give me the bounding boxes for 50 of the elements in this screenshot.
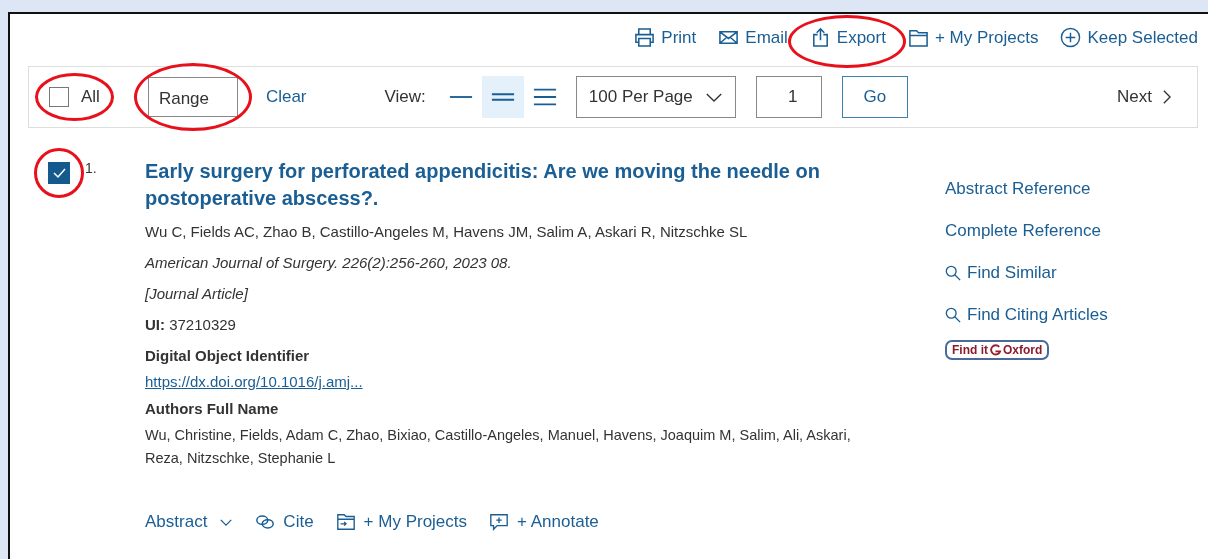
plus-circle-icon bbox=[1060, 27, 1082, 48]
authors-full-name-label: Authors Full Name bbox=[145, 399, 280, 419]
go-button[interactable]: Go bbox=[841, 76, 908, 118]
caret-icon bbox=[219, 517, 234, 527]
article-title-link[interactable]: Early surgery for perforated appendicitis: Are we moving the needle on postoperative abscess?. bbox=[145, 158, 845, 212]
result-number: 1. bbox=[85, 160, 98, 178]
view-label: View: bbox=[384, 87, 426, 107]
result-action-link[interactable]: + My Projects bbox=[335, 512, 468, 532]
action-link[interactable]: Print bbox=[634, 27, 697, 48]
doi-link[interactable]: https://dx.doi.org/10.1016/j.amj... bbox=[145, 371, 363, 393]
doi-label: Digital Object Identifier bbox=[145, 346, 311, 366]
next-link[interactable]: Next bbox=[1117, 87, 1171, 107]
page-number-field[interactable]: 1 bbox=[755, 76, 822, 118]
range-field[interactable]: Range bbox=[147, 77, 238, 117]
folder-icon bbox=[335, 512, 356, 532]
reference-link[interactable]: Find Similar bbox=[945, 252, 1057, 294]
search-icon bbox=[945, 307, 961, 323]
source-text: American Journal of Surgery. 226(2):256-260, 2023 08. bbox=[145, 253, 513, 273]
folder-icon bbox=[907, 27, 929, 48]
reference-link[interactable]: Abstract Reference bbox=[945, 168, 1091, 210]
action-link[interactable]: Email bbox=[718, 27, 788, 48]
per-page-dropdown[interactable]: 100 Per Page bbox=[575, 76, 736, 118]
result-checkbox[interactable] bbox=[48, 162, 70, 184]
reference-link[interactable]: Complete Reference bbox=[945, 210, 1101, 252]
caret-icon bbox=[704, 91, 723, 103]
reference-link[interactable]: Find Citing Articles bbox=[945, 294, 1108, 336]
print-icon bbox=[634, 27, 656, 48]
authors-text: Wu C, Fields AC, Zhao B, Castillo-Angeles M, Havens JM, Salim A, Askari R, Nitzschke SL bbox=[145, 222, 749, 242]
select-all-checkbox[interactable]: All bbox=[49, 87, 100, 107]
view-density-button[interactable] bbox=[481, 76, 524, 118]
swirl-icon bbox=[989, 343, 1002, 357]
find-it-oxford-badge[interactable]: Find it Oxford bbox=[945, 340, 1050, 360]
search-icon bbox=[945, 265, 961, 281]
action-link[interactable]: Export bbox=[809, 27, 886, 48]
action-link[interactable]: + My Projects bbox=[907, 27, 1039, 48]
clear-link[interactable]: Clear bbox=[265, 87, 307, 107]
authors-full-names: Wu, Christine, Fields, Adam C, Zhao, Bixiao, Castillo-Angeles, Manuel, Havens, Joaquim M, Salim, Ali, Askari, Reza, Nitzschke, Stephanie L bbox=[145, 426, 852, 468]
ui-number: 37210329 bbox=[169, 316, 236, 333]
result-action-link[interactable]: Cite bbox=[255, 512, 314, 532]
link-loop-icon bbox=[255, 512, 276, 532]
double-line-icon bbox=[490, 92, 515, 102]
comment-plus-icon bbox=[489, 512, 510, 532]
triple-line-icon bbox=[532, 87, 557, 107]
ui-label: UI: bbox=[145, 316, 165, 333]
chevron-right-icon bbox=[1162, 89, 1171, 105]
single-line-icon bbox=[448, 95, 473, 99]
result-action-link[interactable]: + Annotate bbox=[489, 512, 599, 532]
publication-type: [Journal Article] bbox=[145, 284, 249, 304]
result-action-link[interactable]: Abstract bbox=[145, 512, 234, 532]
action-link[interactable]: Keep Selected bbox=[1060, 27, 1198, 48]
